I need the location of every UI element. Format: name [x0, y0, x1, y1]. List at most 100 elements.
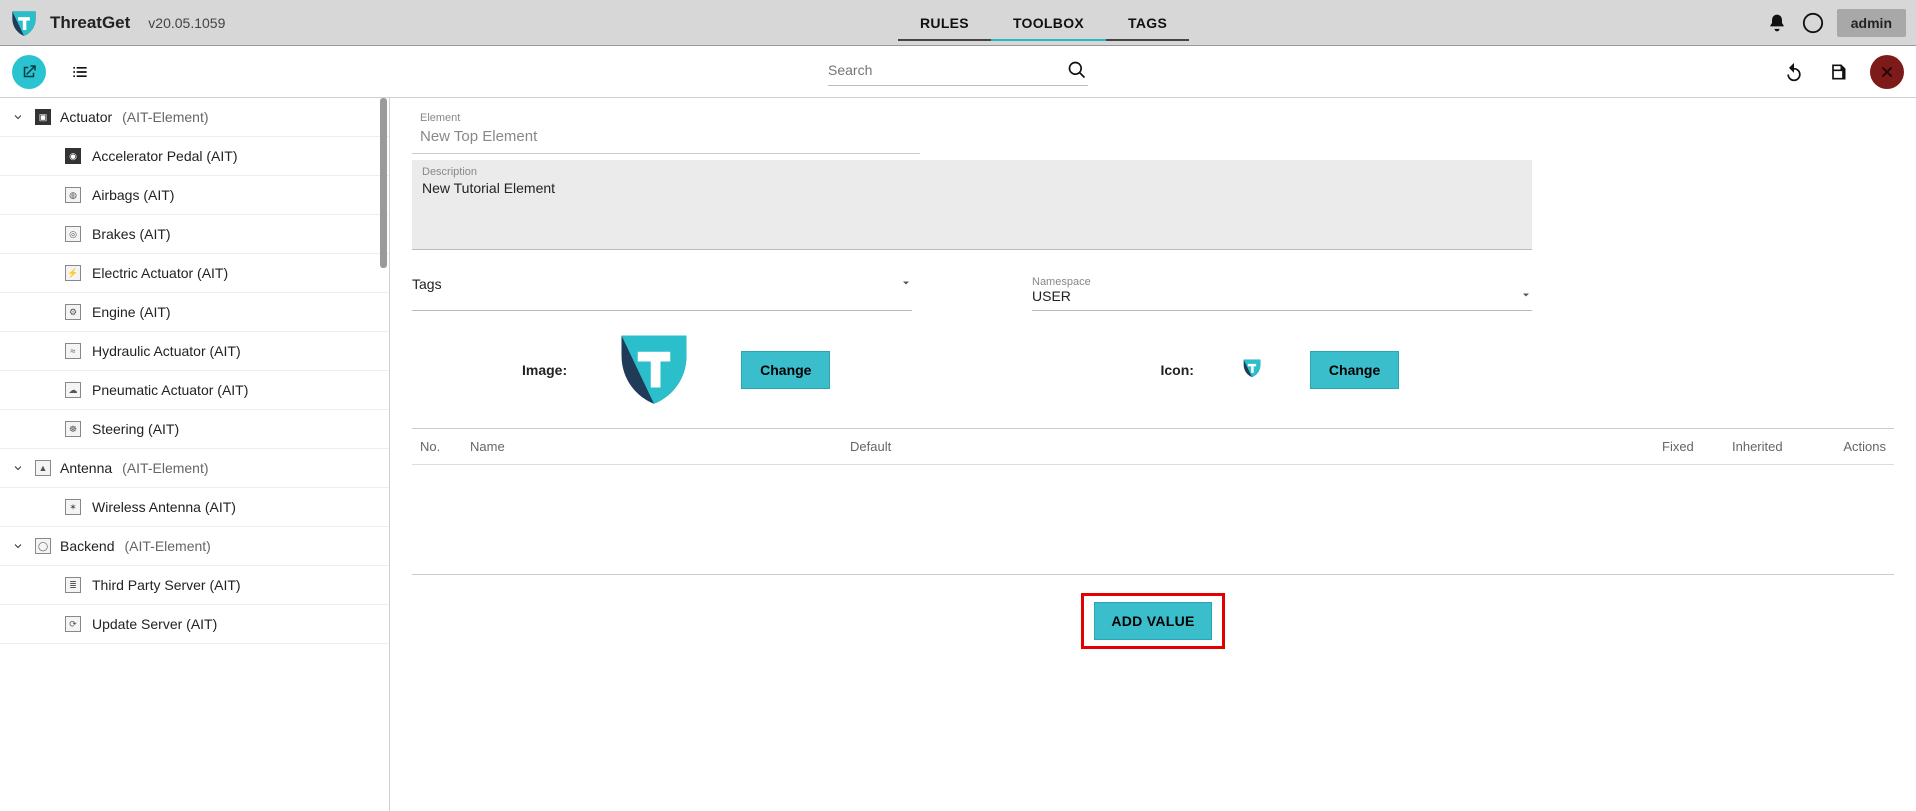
tab-toolbox[interactable]: TOOLBOX: [991, 5, 1106, 41]
icon-label: Icon:: [1160, 362, 1193, 378]
tree-item-label: Third Party Server (AIT): [92, 577, 241, 593]
col-inherited: Inherited: [1724, 429, 1814, 465]
element-field: Element: [412, 108, 1894, 154]
tree-item-label: Update Server (AIT): [92, 616, 217, 632]
element-input[interactable]: [412, 124, 920, 154]
namespace-label: Namespace: [1032, 276, 1532, 288]
description-text[interactable]: New Tutorial Element: [422, 180, 1522, 196]
user-menu-button[interactable]: admin: [1837, 9, 1906, 37]
toolbar-left: [12, 55, 92, 89]
item-icon: ⚡: [64, 264, 82, 282]
search-icon[interactable]: [1066, 58, 1088, 82]
item-icon: ≈: [64, 342, 82, 360]
tree-item[interactable]: ≣ Third Party Server (AIT): [0, 566, 389, 605]
tree-item[interactable]: ≈ Hydraulic Actuator (AIT): [0, 332, 389, 371]
new-item-button[interactable]: [12, 55, 46, 89]
toolbar: [0, 46, 1916, 98]
chevron-down-icon: [10, 462, 26, 474]
tab-rules[interactable]: RULES: [898, 5, 991, 41]
item-icon: ◎: [64, 225, 82, 243]
image-label: Image:: [522, 362, 567, 378]
col-actions: Actions: [1814, 429, 1894, 465]
item-icon: ≣: [64, 576, 82, 594]
col-fixed: Fixed: [1654, 429, 1724, 465]
tree-item-label: Brakes (AIT): [92, 226, 171, 242]
undo-icon[interactable]: [1782, 60, 1806, 84]
tree-group-backend: ◯ Backend (AIT-Element) ≣ Third Party Ser…: [0, 527, 389, 644]
col-default: Default: [842, 429, 1654, 465]
attributes-table: No. Name Default Fixed Inherited Actions: [412, 429, 1894, 465]
item-icon: ⚙: [64, 303, 82, 321]
list-view-icon[interactable]: [68, 60, 92, 84]
item-icon: ⟳: [64, 615, 82, 633]
namespace-select[interactable]: Namespace USER: [1032, 276, 1532, 311]
app-version: v20.05.1059: [148, 15, 225, 31]
change-image-button[interactable]: Change: [741, 351, 830, 389]
app-logo-icon: [10, 9, 38, 37]
group-name: Antenna: [60, 460, 112, 476]
tags-label: Tags: [412, 276, 442, 292]
tree-item-label: Steering (AIT): [92, 421, 179, 437]
chevron-down-icon: [10, 540, 26, 552]
description-field: Description New Tutorial Element: [412, 160, 1532, 250]
tree-item[interactable]: ☁ Pneumatic Actuator (AIT): [0, 371, 389, 410]
group-icon: ◯: [34, 537, 52, 555]
search-input[interactable]: [828, 62, 1066, 78]
tree-item[interactable]: ⟳ Update Server (AIT): [0, 605, 389, 644]
tags-select[interactable]: Tags: [412, 276, 912, 311]
tree-item-label: Hydraulic Actuator (AIT): [92, 343, 241, 359]
tree-header-antenna[interactable]: ▲ Antenna (AIT-Element): [0, 449, 389, 488]
group-icon: ▲: [34, 459, 52, 477]
tree-item-label: Engine (AIT): [92, 304, 171, 320]
save-icon[interactable]: [1826, 60, 1850, 84]
group-name: Backend: [60, 538, 114, 554]
account-circle-icon[interactable]: [1801, 11, 1825, 35]
notifications-icon[interactable]: [1765, 11, 1789, 35]
header-nav: RULES TOOLBOX TAGS: [898, 5, 1189, 41]
tree-item[interactable]: ◉Accelerator Pedal (AIT): [0, 137, 389, 176]
tree-item-label: Pneumatic Actuator (AIT): [92, 382, 248, 398]
change-icon-button[interactable]: Change: [1310, 351, 1399, 389]
tree-item[interactable]: ☸ Steering (AIT): [0, 410, 389, 449]
add-value-button[interactable]: ADD VALUE: [1094, 602, 1211, 640]
col-no: No.: [412, 429, 462, 465]
sidebar-scrollbar-thumb[interactable]: [380, 98, 387, 268]
attributes-table-body: [412, 465, 1894, 575]
group-name: Actuator: [60, 109, 112, 125]
tree-item-label: Wireless Antenna (AIT): [92, 499, 236, 515]
tree-item[interactable]: ◍Airbags (AIT): [0, 176, 389, 215]
chevron-down-icon: [900, 276, 912, 292]
group-icon: ▣: [34, 108, 52, 126]
search-field: [828, 58, 1088, 86]
image-preview-icon: [615, 329, 693, 410]
item-icon: ☁: [64, 381, 82, 399]
close-button[interactable]: [1870, 55, 1904, 89]
tree-item[interactable]: ⚡ Electric Actuator (AIT): [0, 254, 389, 293]
icon-group: Icon: Change: [1160, 351, 1399, 389]
tree-item-label: Accelerator Pedal (AIT): [92, 148, 238, 164]
description-label: Description: [422, 166, 1522, 178]
add-value-highlight: ADD VALUE: [1081, 593, 1224, 649]
sidebar-tree[interactable]: ▣ Actuator (AIT-Element) ◉Accelerator Pe…: [0, 98, 390, 811]
main-form: Element Description New Tutorial Element…: [390, 98, 1916, 811]
item-icon: ☸: [64, 420, 82, 438]
tree-header-actuator[interactable]: ▣ Actuator (AIT-Element): [0, 98, 389, 137]
item-icon: ✶: [64, 498, 82, 516]
group-type: (AIT-Element): [124, 538, 210, 554]
tree-item[interactable]: ◎ Brakes (AIT): [0, 215, 389, 254]
icon-preview-icon: [1242, 358, 1262, 381]
toolbar-right: [1782, 55, 1904, 89]
group-type: (AIT-Element): [122, 109, 208, 125]
tab-tags[interactable]: TAGS: [1106, 5, 1189, 41]
tree-item[interactable]: ⚙ Engine (AIT): [0, 293, 389, 332]
header-right: admin: [1765, 9, 1906, 37]
content-area: ▣ Actuator (AIT-Element) ◉Accelerator Pe…: [0, 98, 1916, 811]
namespace-value: USER: [1032, 288, 1071, 304]
tree-item[interactable]: ✶ Wireless Antenna (AIT): [0, 488, 389, 527]
tree-item-label: Electric Actuator (AIT): [92, 265, 228, 281]
app-name: ThreatGet: [50, 13, 130, 33]
tree-group-actuator: ▣ Actuator (AIT-Element) ◉Accelerator Pe…: [0, 98, 389, 449]
tree-group-antenna: ▲ Antenna (AIT-Element) ✶ Wireless Antenn…: [0, 449, 389, 527]
image-group: Image: Change: [522, 329, 830, 410]
tree-header-backend[interactable]: ◯ Backend (AIT-Element): [0, 527, 389, 566]
